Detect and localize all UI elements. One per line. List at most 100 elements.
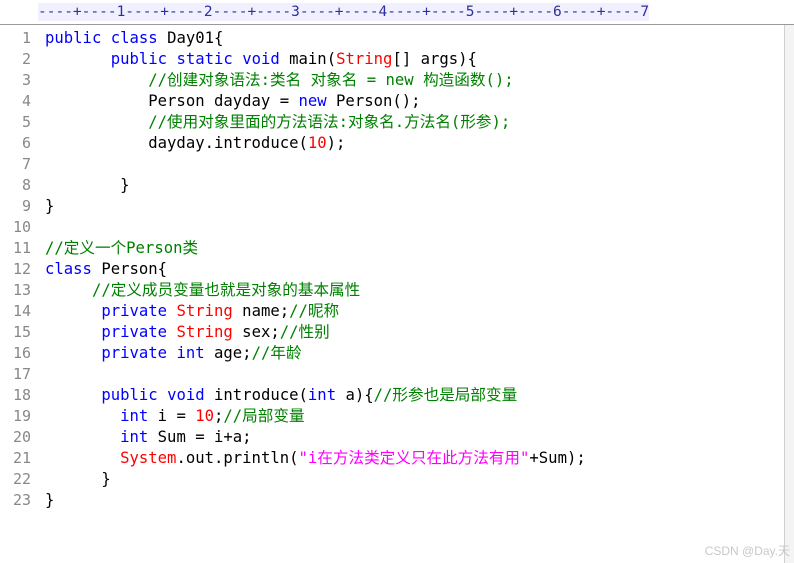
code-token: static [176,50,233,68]
line-number: 4 [21,92,31,110]
code-token: introduce( [204,386,308,404]
line-number: 16 [12,344,31,362]
code-token: } [45,176,130,194]
code-token: int [120,407,149,425]
code-line[interactable]: private String name;//昵称 [45,301,339,322]
code-area[interactable]: public class Day01{ public static void m… [45,25,785,563]
code-line[interactable]: } [45,196,54,217]
line-number: 1 [21,29,31,47]
line-number: 18 [12,386,31,404]
code-token: //昵称 [289,302,340,320]
code-token: [] args){ [392,50,477,68]
ruler-scale: ----+----1----+----2----+----3----+----4… [38,3,650,21]
line-number: 5 [21,113,31,131]
code-token: sex; [232,323,280,341]
code-line[interactable]: } [45,490,54,511]
code-line[interactable]: public class Day01{ [45,28,223,49]
code-token: void [242,50,280,68]
code-token: class [45,260,92,278]
line-number: 14 [12,302,31,320]
code-token: name; [232,302,290,320]
vertical-scrollbar[interactable] [784,25,794,563]
code-token: main( [279,50,337,68]
line-number: 2 [21,50,31,68]
code-line[interactable]: int i = 10;//局部变量 [45,406,304,427]
column-ruler: ----+----1----+----2----+----3----+----4… [0,0,794,25]
code-token: class [110,29,158,47]
code-token: new [298,92,327,110]
code-token: //形参也是局部变量 [373,386,518,404]
code-token: String [176,302,233,320]
code-line[interactable]: class Person{ [45,259,167,280]
code-token: dayday.introduce( [45,134,308,152]
code-token: String [336,50,393,68]
code-line[interactable]: //定义一个Person类 [45,238,198,259]
code-line[interactable]: //创建对象语法:类名 对象名 = new 构造函数(); [45,70,514,91]
code-token: int [120,428,149,446]
code-token: //创建对象语法:类名 对象名 = new 构造函数(); [148,71,514,89]
line-number: 10 [12,218,31,236]
code-line[interactable]: } [45,469,111,490]
watermark: CSDN @Day.天 [704,544,790,558]
line-number: 7 [21,155,31,173]
code-token: //年龄 [251,344,302,362]
code-line[interactable]: } [45,175,130,196]
line-number: 12 [12,260,31,278]
code-token: Person{ [91,260,168,278]
code-token: int [307,386,337,404]
code-line[interactable]: private int age;//年龄 [45,343,302,364]
code-token: //定义一个Person类 [45,239,199,257]
code-token: //性别 [279,323,330,341]
line-number: 8 [21,176,31,194]
line-number: 6 [21,134,31,152]
line-number-gutter: 1 2 3 4 5 6 7 8 9 10 11 12 13 14 15 16 17 18 19 20 21 22 23 [0,25,36,563]
code-line[interactable]: Person dayday = new Person(); [45,91,421,112]
code-line[interactable]: dayday.introduce(10); [45,133,345,154]
line-number: 15 [12,323,31,341]
code-line[interactable]: //定义成员变量也就是对象的基本属性 [45,280,360,301]
code-token: Person(); [326,92,421,110]
line-number: 9 [21,197,31,215]
code-token: } [45,491,55,509]
line-number: 21 [12,449,31,467]
code-token: "i在方法类定义只在此方法有用" [298,449,530,467]
line-number: 13 [12,281,31,299]
code-token: ); [326,134,346,152]
code-token: //使用对象里面的方法语法:对象名.方法名(形参); [148,113,511,131]
code-line[interactable]: public static void main(String[] args){ [45,49,477,70]
line-number: 11 [12,239,31,257]
code-token: int [176,344,205,362]
code-token: System [120,449,177,467]
code-token: } [45,470,111,488]
code-line[interactable]: //使用对象里面的方法语法:对象名.方法名(形参); [45,112,510,133]
code-token: 10 [195,407,215,425]
line-number: 17 [12,365,31,383]
code-line[interactable]: public void introduce(int a){//形参也是局部变量 [45,385,517,406]
code-token: String [176,323,233,341]
code-line[interactable]: System.out.println("i在方法类定义只在此方法有用"+Sum)… [45,448,586,469]
code-token: public [110,50,168,68]
code-token: private [101,302,168,320]
code-token: private [101,344,168,362]
code-token: public [45,29,102,47]
code-line[interactable]: private String sex;//性别 [45,322,330,343]
code-line[interactable]: int Sum = i+a; [45,427,252,448]
code-token: Day01{ [157,29,224,47]
code-token: Sum = i+a; [148,428,252,446]
code-token: } [45,197,55,215]
code-token: i = [148,407,196,425]
code-token: //定义成员变量也就是对象的基本属性 [91,281,361,299]
line-number: 23 [12,491,31,509]
line-number: 22 [12,470,31,488]
